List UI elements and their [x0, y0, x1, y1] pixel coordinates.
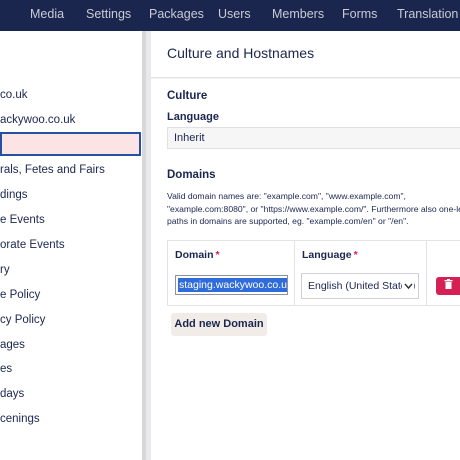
- delete-domain-button[interactable]: [436, 277, 460, 295]
- nav-translation[interactable]: Translation: [397, 0, 458, 31]
- language-header-label: Language: [302, 249, 352, 261]
- tree-item[interactable]: rals, Fetes and Fairs: [0, 160, 105, 180]
- chevron-down-icon: [402, 274, 414, 298]
- domain-input[interactable]: staging.wackywoo.co.uk: [175, 275, 288, 295]
- help-line: paths in domains are supported, eg. "exa…: [167, 216, 409, 226]
- content-tree: co.uk ackywoo.co.uk rals, Fetes and Fair…: [0, 31, 142, 460]
- domain-language-value: English (United States): [308, 280, 416, 292]
- nav-forms[interactable]: Forms: [342, 0, 377, 31]
- required-mark: *: [353, 249, 358, 261]
- panel-title: Culture and Hostnames: [167, 45, 315, 61]
- culture-hostnames-panel: Culture Language Inherit Domains Valid d…: [151, 79, 460, 460]
- domains-help-text: Valid domain names are: "example.com", "…: [167, 190, 460, 228]
- help-line: Valid domain names are: "example.com", "…: [167, 191, 406, 201]
- tree-item-selected[interactable]: [0, 132, 141, 156]
- add-new-domain-button[interactable]: Add new Domain: [171, 313, 267, 336]
- trash-icon: [444, 279, 453, 291]
- nav-media[interactable]: Media: [30, 0, 64, 31]
- tree-item[interactable]: ackywoo.co.uk: [0, 110, 75, 130]
- nav-packages[interactable]: Packages: [149, 0, 204, 31]
- nav-members[interactable]: Members: [272, 0, 324, 31]
- resize-handle[interactable]: [142, 31, 146, 460]
- tree-item[interactable]: e Events: [0, 210, 45, 230]
- tree-item[interactable]: cy Policy: [0, 310, 45, 330]
- panel-header: Culture and Hostnames: [151, 31, 460, 78]
- domains-table: Domain * Language * staging.wackywoo.co.uk…: [167, 240, 460, 306]
- domain-language-select[interactable]: English (United States): [301, 273, 419, 299]
- culture-heading: Culture: [167, 90, 208, 102]
- tree-item[interactable]: orate Events: [0, 235, 65, 255]
- column-divider: [294, 241, 295, 305]
- top-navigation: Media Settings Packages Users Members Fo…: [0, 0, 460, 31]
- tree-item[interactable]: cenings: [0, 409, 40, 429]
- tree-item[interactable]: ry: [0, 260, 10, 280]
- domains-heading: Domains: [167, 169, 216, 181]
- tree-item[interactable]: e Policy: [0, 285, 40, 305]
- required-mark: *: [215, 249, 220, 261]
- language-label: Language: [167, 111, 219, 123]
- column-divider: [426, 241, 427, 305]
- tree-item[interactable]: dings: [0, 185, 28, 205]
- domain-column-header: Domain *: [175, 249, 220, 261]
- tree-item[interactable]: es: [0, 359, 12, 379]
- nav-users[interactable]: Users: [218, 0, 251, 31]
- culture-language-select[interactable]: Inherit: [167, 127, 460, 149]
- tree-item[interactable]: co.uk: [0, 85, 28, 105]
- domain-input-value: staging.wackywoo.co.uk: [178, 278, 287, 292]
- help-line: "example.com:8080", or "https://www.exam…: [167, 203, 460, 214]
- tree-item[interactable]: ages: [0, 335, 25, 355]
- nav-settings[interactable]: Settings: [86, 0, 131, 31]
- tree-item[interactable]: days: [0, 384, 24, 404]
- language-column-header: Language *: [302, 249, 358, 261]
- domain-header-label: Domain: [175, 249, 214, 261]
